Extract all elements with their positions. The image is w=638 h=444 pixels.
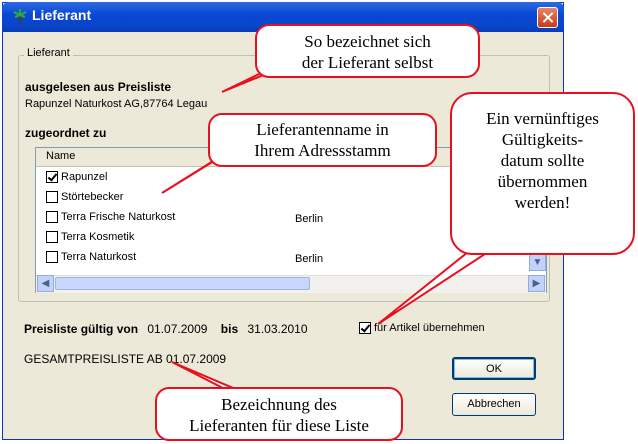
apply-to-articles-checkbox[interactable] xyxy=(359,322,371,335)
row-checkbox[interactable] xyxy=(46,171,58,184)
apply-to-articles-option[interactable]: für Artikel übernehmen xyxy=(359,322,485,335)
row-name: Rapunzel xyxy=(61,171,108,183)
list-item[interactable]: Terra Frische Naturkost xyxy=(46,211,175,231)
row-name: Terra Kosmetik xyxy=(61,231,135,243)
callout-line: Ein vernünftiges xyxy=(486,109,599,128)
scroll-left-icon[interactable]: ◀ xyxy=(37,275,54,292)
callout-line: Gültigkeits- xyxy=(501,130,584,149)
list-item[interactable]: Störtebecker xyxy=(46,191,123,211)
callout-line: Lieferanten für diese Liste xyxy=(189,416,369,435)
row-checkbox[interactable] xyxy=(46,231,58,244)
scroll-right-icon[interactable]: ▶ xyxy=(528,275,545,292)
apply-to-articles-label: für Artikel übernehmen xyxy=(374,322,485,334)
callout-supplier-self: So bezeichnet sich der Lieferant selbst xyxy=(255,24,480,78)
row-checkbox[interactable] xyxy=(46,191,58,204)
close-button[interactable] xyxy=(537,7,558,28)
row-checkbox[interactable] xyxy=(46,251,58,264)
column-header-name[interactable]: Name xyxy=(46,150,75,162)
row-name: Terra Frische Naturkost xyxy=(61,211,176,223)
callout-validity-hint: Ein vernünftiges Gültigkeits- datum soll… xyxy=(450,92,635,255)
callout-supplier-name: Lieferantenname in Ihrem Adressstamm xyxy=(208,113,437,167)
scrollbar-thumb[interactable] xyxy=(55,277,310,290)
callout-line: werden! xyxy=(514,193,571,212)
scroll-down-icon[interactable]: ▼ xyxy=(529,254,546,271)
app-icon xyxy=(12,8,28,24)
list-item[interactable]: Rapunzel xyxy=(46,171,107,191)
row-name: Störtebecker xyxy=(61,191,124,203)
callout-line: So bezeichnet sich xyxy=(304,32,431,51)
callout-line: übernommen xyxy=(497,172,588,191)
callout-line: der Lieferant selbst xyxy=(301,53,434,72)
callout-line: datum sollte xyxy=(500,151,585,170)
row-city: Berlin xyxy=(295,253,324,265)
validity-to-label: bis xyxy=(220,322,239,336)
callout-list-name: Bezeichnung des Lieferanten für diese Li… xyxy=(155,387,403,441)
validity-from-date[interactable]: 01.07.2009 xyxy=(147,322,207,336)
callout-line: Ihrem Adressstamm xyxy=(254,141,391,160)
assigned-to-heading: zugeordnet zu xyxy=(25,126,107,140)
validity-from-label: Preisliste gültig von xyxy=(24,322,139,336)
groupbox-label: Lieferant xyxy=(24,47,73,59)
window-title: Lieferant xyxy=(32,7,92,23)
cancel-button[interactable]: Abbrechen xyxy=(452,393,536,416)
callout-line: Lieferantenname in xyxy=(256,120,389,139)
read-from-pricelist-heading: ausgelesen aus Preisliste xyxy=(25,80,172,94)
row-city: Berlin xyxy=(295,213,324,225)
list-item[interactable]: Terra Kosmetik xyxy=(46,231,134,251)
ok-button[interactable]: OK xyxy=(452,357,536,380)
list-item[interactable]: Terra Naturkost xyxy=(46,251,136,271)
row-name: Terra Naturkost xyxy=(61,251,137,263)
callout-line: Bezeichnung des xyxy=(221,395,337,414)
validity-to-date[interactable]: 31.03.2010 xyxy=(247,322,307,336)
row-checkbox[interactable] xyxy=(46,211,58,224)
pricelist-name: GESAMTPREISLISTE AB 01.07.2009 xyxy=(24,352,227,366)
read-supplier-value: Rapunzel Naturkost AG,87764 Legau xyxy=(25,98,208,110)
